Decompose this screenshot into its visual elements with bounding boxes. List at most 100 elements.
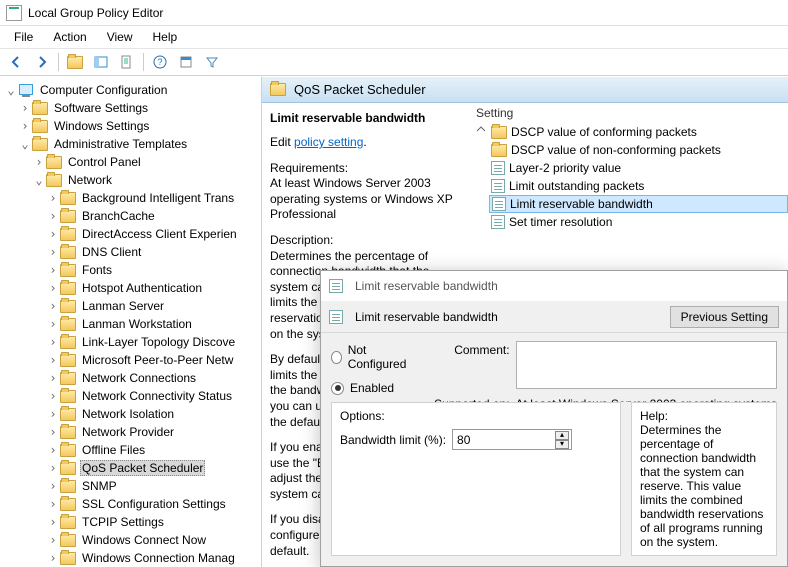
- expand-icon[interactable]: ›: [46, 371, 60, 385]
- forward-button[interactable]: [30, 51, 54, 73]
- tree-item[interactable]: ›DNS Client: [4, 243, 261, 261]
- list-item[interactable]: Set timer resolution: [489, 213, 788, 231]
- expand-icon[interactable]: ›: [46, 209, 60, 223]
- list-item[interactable]: DSCP value of conforming packets: [489, 123, 788, 141]
- expand-icon[interactable]: ›: [18, 119, 32, 133]
- folder-icon: [60, 210, 76, 223]
- edit-policy-link[interactable]: policy setting: [294, 135, 363, 149]
- expand-icon[interactable]: ›: [46, 461, 60, 475]
- menu-view[interactable]: View: [97, 28, 143, 46]
- menu-action[interactable]: Action: [43, 28, 96, 46]
- expand-icon[interactable]: ›: [46, 191, 60, 205]
- expand-icon[interactable]: ›: [46, 425, 60, 439]
- previous-setting-button[interactable]: Previous Setting: [670, 306, 779, 328]
- expand-icon[interactable]: ›: [46, 533, 60, 547]
- radio-label: Not Configured: [348, 343, 412, 371]
- tree-item[interactable]: ›Offline Files: [4, 441, 261, 459]
- folder-icon: [60, 282, 76, 295]
- expand-icon[interactable]: ›: [46, 227, 60, 241]
- tree-item[interactable]: Software Settings: [52, 101, 150, 115]
- tree-item[interactable]: ›Network Provider: [4, 423, 261, 441]
- tree-item[interactable]: Administrative Templates: [52, 137, 189, 151]
- back-button[interactable]: [4, 51, 28, 73]
- expand-icon[interactable]: ›: [46, 389, 60, 403]
- tree-item[interactable]: ›Background Intelligent Trans: [4, 189, 261, 207]
- menu-help[interactable]: Help: [143, 28, 188, 46]
- tree-item[interactable]: ›QoS Packet Scheduler: [4, 459, 261, 477]
- policy-icon: [329, 279, 343, 293]
- scroll-up-icon[interactable]: [475, 123, 487, 135]
- properties-button[interactable]: [174, 51, 198, 73]
- expand-icon[interactable]: ›: [32, 155, 46, 169]
- expand-icon[interactable]: ›: [46, 245, 60, 259]
- expand-icon[interactable]: ⌄: [32, 173, 46, 187]
- expand-icon[interactable]: ›: [46, 407, 60, 421]
- toolbar: ?: [0, 48, 788, 76]
- help-heading: Help:: [640, 409, 768, 423]
- setting-icon: [491, 161, 505, 175]
- folder-icon: [60, 228, 76, 241]
- column-header-setting[interactable]: Setting: [472, 103, 788, 123]
- list-item[interactable]: DSCP value of non-conforming packets: [489, 141, 788, 159]
- expand-icon[interactable]: ›: [46, 551, 60, 565]
- expand-icon[interactable]: ›: [46, 281, 60, 295]
- tree-item[interactable]: ›BranchCache: [4, 207, 261, 225]
- tree-item[interactable]: › DirectAccess Client Experien: [4, 225, 261, 243]
- menu-bar: File Action View Help: [0, 26, 788, 48]
- radio-enabled[interactable]: Enabled: [331, 381, 412, 395]
- expand-icon[interactable]: ›: [46, 443, 60, 457]
- list-item-label: Set timer resolution: [509, 215, 612, 229]
- tree-item[interactable]: ›Fonts: [4, 261, 261, 279]
- folder-icon: [60, 426, 76, 439]
- expand-icon[interactable]: ›: [46, 299, 60, 313]
- folder-icon: [60, 354, 76, 367]
- tree-item[interactable]: ›Network Isolation: [4, 405, 261, 423]
- help-button[interactable]: ?: [148, 51, 172, 73]
- list-item[interactable]: Limit outstanding packets: [489, 177, 788, 195]
- up-button[interactable]: [63, 51, 87, 73]
- spin-down-icon[interactable]: ▾: [555, 440, 569, 449]
- expand-icon[interactable]: ›: [46, 335, 60, 349]
- settings-list[interactable]: DSCP value of conforming packetsDSCP val…: [489, 123, 788, 231]
- expand-icon[interactable]: ›: [18, 101, 32, 115]
- tree-item[interactable]: ›Lanman Server: [4, 297, 261, 315]
- expand-icon[interactable]: ⌄: [4, 83, 18, 97]
- expand-icon[interactable]: ›: [46, 515, 60, 529]
- expand-icon[interactable]: ›: [46, 479, 60, 493]
- show-hide-tree-button[interactable]: [89, 51, 113, 73]
- tree-item[interactable]: ›Lanman Workstation: [4, 315, 261, 333]
- tree-item[interactable]: ›Microsoft Peer-to-Peer Netw: [4, 351, 261, 369]
- tree-item[interactable]: Network: [66, 173, 114, 187]
- expand-icon[interactable]: ›: [46, 353, 60, 367]
- content-title: QoS Packet Scheduler: [294, 82, 426, 97]
- tree-item[interactable]: ›SNMP: [4, 477, 261, 495]
- expand-icon[interactable]: ›: [46, 263, 60, 277]
- tree-item[interactable]: ›TCPIP Settings: [4, 513, 261, 531]
- navigation-tree[interactable]: ⌄ Computer Configuration › Software Sett…: [0, 77, 262, 567]
- expand-icon[interactable]: ⌄: [18, 137, 32, 151]
- tree-item[interactable]: ›Windows Connection Manag: [4, 549, 261, 567]
- list-item[interactable]: Limit reservable bandwidth: [489, 195, 788, 213]
- tree-item[interactable]: ›Network Connections: [4, 369, 261, 387]
- folder-icon: [60, 372, 76, 385]
- expand-icon[interactable]: ›: [46, 317, 60, 331]
- bandwidth-limit-input[interactable]: 80 ▴ ▾: [452, 429, 572, 450]
- filter-button[interactable]: [200, 51, 224, 73]
- tree-item-label: DirectAccess Client Experien: [80, 227, 239, 241]
- tree-item[interactable]: ›Link-Layer Topology Discove: [4, 333, 261, 351]
- dialog-titlebar[interactable]: Limit reservable bandwidth: [321, 271, 787, 301]
- radio-not-configured[interactable]: Not Configured: [331, 343, 412, 371]
- tree-item[interactable]: ›Hotspot Authentication: [4, 279, 261, 297]
- comment-textbox[interactable]: [516, 341, 777, 389]
- list-item[interactable]: Layer-2 priority value: [489, 159, 788, 177]
- tree-item[interactable]: Control Panel: [66, 155, 143, 169]
- tree-item-label: SSL Configuration Settings: [80, 497, 228, 511]
- tree-item[interactable]: ›Network Connectivity Status: [4, 387, 261, 405]
- expand-icon[interactable]: ›: [46, 497, 60, 511]
- tree-root[interactable]: Computer Configuration: [38, 83, 169, 97]
- tree-item[interactable]: › SSL Configuration Settings: [4, 495, 261, 513]
- tree-item[interactable]: ›Windows Connect Now: [4, 531, 261, 549]
- tree-item[interactable]: Windows Settings: [52, 119, 151, 133]
- export-button[interactable]: [115, 51, 139, 73]
- menu-file[interactable]: File: [4, 28, 43, 46]
